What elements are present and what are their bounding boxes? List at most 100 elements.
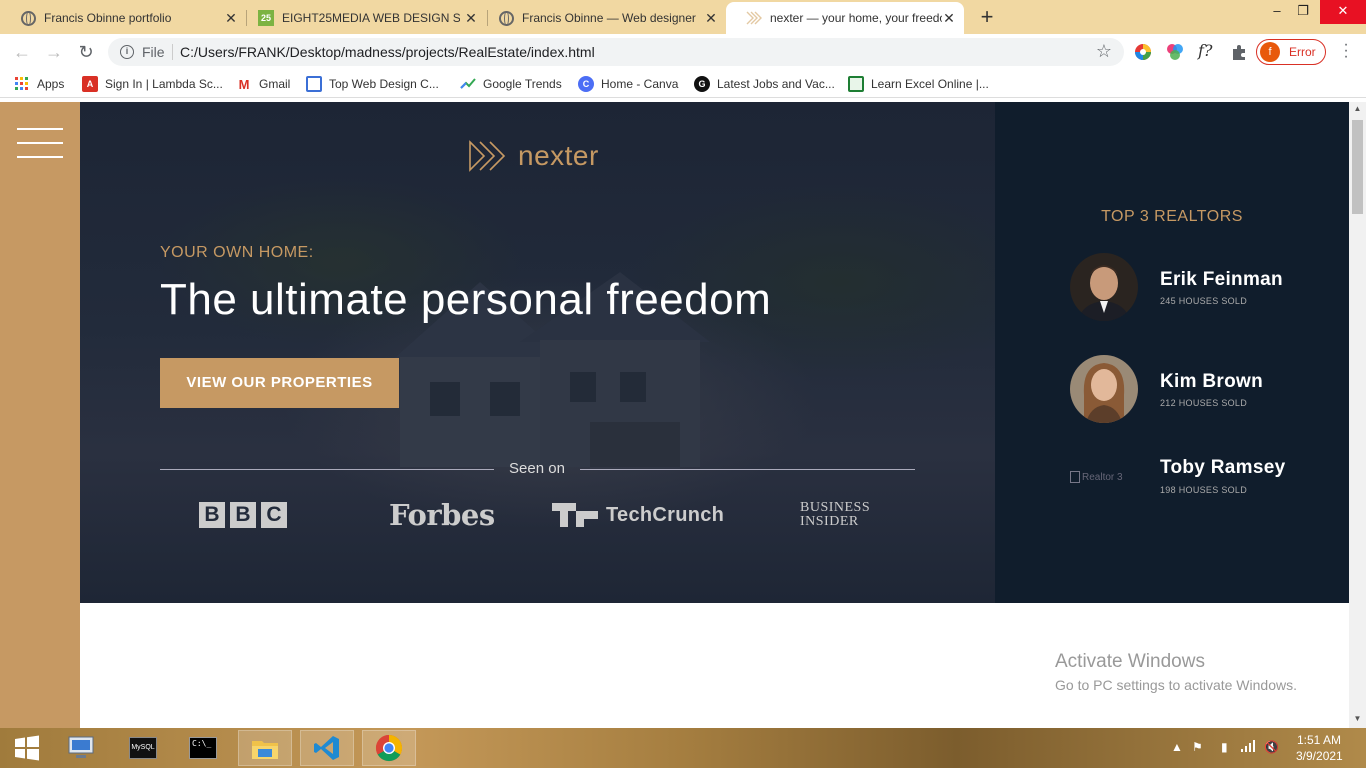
scroll-down-arrow-icon[interactable]: ▼	[1349, 712, 1366, 726]
g-circle-icon: G	[694, 76, 710, 92]
realtors-title: TOP 3 REALTORS	[1101, 208, 1243, 225]
url-text[interactable]: C:/Users/FRANK/Desktop/madness/projects/…	[180, 44, 595, 60]
bookmarks-bar: Apps A Sign In | Lambda Sc... M Gmail To…	[0, 70, 1366, 98]
reload-button[interactable]: ↻	[74, 41, 98, 63]
browser-toolbar: ← → ↻ i File C:/Users/FRANK/Desktop/madn…	[0, 34, 1366, 70]
seen-on-divider	[160, 469, 494, 470]
gmail-icon: M	[238, 76, 250, 92]
globe-icon	[20, 10, 36, 26]
nexter-icon	[746, 10, 762, 26]
forbes-logo: Forbes	[389, 498, 495, 532]
seen-on-label: Seen on	[509, 460, 565, 477]
realtor-sold: 212 HOUSES SOLD	[1160, 398, 1248, 408]
bbc-letter: B	[230, 502, 256, 528]
action-center-icon[interactable]: ⚑	[1192, 740, 1203, 754]
volume-muted-icon[interactable]: 🔇	[1264, 740, 1279, 754]
apps-grid-icon	[15, 77, 28, 90]
tab-nexter[interactable]: nexter — your home, your freedom ✕	[726, 2, 964, 34]
bookmark-canva[interactable]: C Home - Canva	[578, 75, 678, 93]
fonts-extension-icon[interactable]: f?	[1198, 41, 1216, 60]
tab-francis-web-designer[interactable]: Francis Obinne — Web designer ✕	[478, 2, 726, 34]
excel-icon	[848, 76, 864, 92]
network-signal-icon[interactable]	[1241, 740, 1255, 755]
techcrunch-text: TechCrunch	[606, 503, 725, 526]
page-viewport: nexter YOUR OWN HOME: The ultimate perso…	[0, 102, 1349, 728]
trends-icon	[460, 78, 476, 89]
realtor-card: Realtor 3 Toby Ramsey 198 HOUSES SOLD	[1070, 457, 1330, 527]
profile-error-button[interactable]: f Error	[1256, 39, 1326, 65]
bookmark-learn-excel[interactable]: Learn Excel Online |...	[848, 75, 989, 93]
bbc-logo: B B C	[199, 498, 292, 532]
computer-icon[interactable]	[54, 730, 108, 766]
color-wheel-extension-icon[interactable]	[1166, 43, 1184, 61]
close-window-button[interactable]: ✕	[1320, 0, 1366, 24]
tab-francis-portfolio[interactable]: Francis Obinne portfolio ✕	[0, 2, 246, 34]
vertical-scrollbar[interactable]: ▲ ▼	[1349, 102, 1366, 728]
scroll-thumb[interactable]	[1352, 120, 1363, 214]
avatar: f	[1260, 42, 1280, 62]
realtor-photo[interactable]	[1070, 253, 1138, 321]
bookmark-lambda[interactable]: A Sign In | Lambda Sc...	[82, 75, 223, 93]
tray-overflow-icon[interactable]: ▲	[1171, 740, 1183, 754]
forward-button[interactable]: →	[42, 41, 66, 63]
techcrunch-logo: TechCrunch	[552, 498, 724, 532]
tab-title: Francis Obinne — Web designer	[522, 11, 696, 25]
file-explorer-icon[interactable]	[238, 730, 292, 766]
color-picker-extension-icon[interactable]	[1134, 43, 1152, 61]
info-icon[interactable]: i	[120, 45, 134, 59]
bookmark-label: Gmail	[259, 77, 291, 91]
watermark-subtitle: Go to PC settings to activate Windows.	[1055, 677, 1297, 693]
bookmark-google-trends[interactable]: Google Trends	[460, 75, 562, 93]
bookmark-label: Apps	[37, 77, 65, 91]
browser-menu-icon[interactable]: · · ·	[1340, 37, 1352, 65]
nexter-logo[interactable]: nexter	[468, 140, 599, 172]
close-tab-icon[interactable]: ✕	[224, 11, 238, 25]
realtor-name: Erik Feinman	[1160, 269, 1283, 290]
bookmark-apps[interactable]: Apps	[14, 75, 64, 93]
bookmark-label: Sign In | Lambda Sc...	[105, 77, 223, 91]
bookmark-label: Learn Excel Online |...	[871, 77, 989, 91]
bookmark-gmail[interactable]: M Gmail	[236, 75, 291, 93]
seen-on-divider	[580, 469, 915, 470]
bookmark-latest-jobs[interactable]: G Latest Jobs and Vac...	[694, 75, 835, 93]
extensions-puzzle-icon[interactable]	[1230, 43, 1248, 61]
bookmark-star-icon[interactable]: ☆	[1096, 41, 1112, 62]
close-tab-icon[interactable]: ✕	[704, 11, 718, 25]
new-tab-button[interactable]: +	[975, 6, 999, 30]
battery-icon[interactable]: ▮	[1221, 740, 1228, 754]
bookmark-label: Top Web Design C...	[329, 77, 439, 91]
address-bar[interactable]: i File C:/Users/FRANK/Desktop/madness/pr…	[108, 38, 1124, 66]
scheme-label: File	[142, 44, 165, 60]
close-tab-icon[interactable]: ✕	[942, 11, 956, 25]
tab-eight25media[interactable]: 25 EIGHT25MEDIA WEB DESIGN SAN ✕	[238, 2, 486, 34]
scroll-up-arrow-icon[interactable]: ▲	[1349, 102, 1366, 116]
realtor-sold: 198 HOUSES SOLD	[1160, 485, 1248, 495]
business-insider-line: BUSINESS	[800, 500, 871, 515]
bookmark-top-web-design[interactable]: Top Web Design C...	[306, 75, 439, 93]
menu-hamburger-icon[interactable]	[17, 128, 63, 160]
view-properties-button[interactable]: VIEW OUR PROPERTIES	[160, 358, 399, 408]
mysql-icon[interactable]: MySQL	[116, 730, 170, 766]
hero-headline: The ultimate personal freedom	[160, 275, 772, 324]
realtor-photo[interactable]	[1070, 355, 1138, 423]
bookmark-page-icon	[306, 76, 322, 92]
clock-date: 3/9/2021	[1296, 749, 1343, 763]
vscode-icon[interactable]	[300, 730, 354, 766]
realtor-card: Erik Feinman 245 HOUSES SOLD	[1070, 253, 1330, 323]
broken-image-placeholder: Realtor 3	[1070, 471, 1123, 483]
back-button[interactable]: ←	[10, 41, 34, 63]
hero-subtitle: YOUR OWN HOME:	[160, 244, 314, 261]
broken-image-alt: Realtor 3	[1082, 471, 1123, 483]
realtor-card: Kim Brown 212 HOUSES SOLD	[1070, 355, 1330, 425]
cmd-icon[interactable]: C:\_	[176, 730, 230, 766]
tab-title: Francis Obinne portfolio	[44, 11, 172, 25]
chrome-icon[interactable]	[362, 730, 416, 766]
restore-button[interactable]: ❐	[1288, 0, 1318, 24]
logo-text: nexter	[518, 140, 599, 171]
techcrunch-mark-icon	[552, 503, 598, 527]
windows-taskbar: MySQL C:\_ ▲ ⚑ ▮ 🔇 1:51 AM 3/9/2021	[0, 728, 1366, 768]
windows-start-icon[interactable]	[0, 730, 54, 766]
bookmark-label: Latest Jobs and Vac...	[717, 77, 835, 91]
system-clock[interactable]: 1:51 AM 3/9/2021	[1296, 732, 1343, 764]
close-tab-icon[interactable]: ✕	[464, 11, 478, 25]
